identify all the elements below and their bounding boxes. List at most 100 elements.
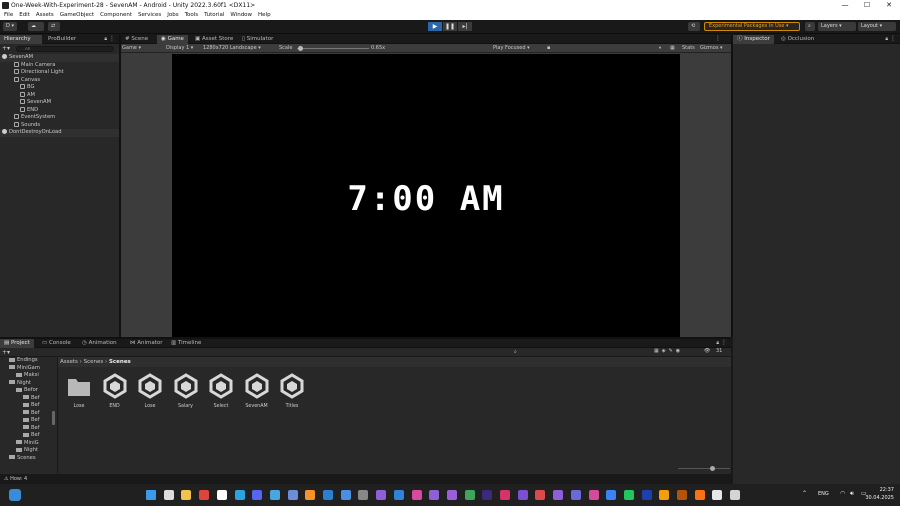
collab-icon[interactable]: ⇄ [48,22,60,31]
app-icon[interactable] [623,490,634,500]
breadcrumb-assets[interactable]: Assets [60,359,78,365]
app-icon[interactable] [659,490,670,500]
project-folder-item[interactable]: Endings [0,357,57,365]
panel-menu-icon[interactable]: ⋮ [890,35,896,42]
hierarchy-item[interactable]: END [0,106,119,115]
app-icon[interactable] [641,490,652,500]
maximize-button[interactable]: ☐ [856,0,878,11]
project-folder-item[interactable]: Night [0,380,57,388]
tab-scene[interactable]: # Scene [121,35,152,44]
breadcrumb-scenes[interactable]: Scenes [84,359,104,365]
step-button[interactable]: ▸| [458,22,472,31]
history-icon[interactable]: ⟲ [688,22,700,31]
visual-studio-icon[interactable] [376,490,387,500]
tray-chevron-icon[interactable]: ⌃ [802,490,807,497]
app-icon[interactable] [464,490,475,500]
tab-asset-store[interactable]: ▣ Asset Store [191,35,237,44]
vscode-icon[interactable] [393,490,404,500]
tab-animation[interactable]: ◷ Animation [78,339,121,348]
discord-icon[interactable] [252,490,263,500]
menu-help[interactable]: Help [258,11,271,20]
tab-probuilder[interactable]: ProBuilder [44,35,80,44]
hierarchy-item[interactable]: EventSystem [0,114,119,122]
project-folder-item[interactable]: Bef [0,402,57,410]
hierarchy-item[interactable]: Main Camera [0,61,119,70]
frame-icon[interactable]: ▪ [547,44,550,53]
hierarchy-item[interactable]: SevenAM [0,99,119,107]
lock-icon[interactable]: 🔒︎ [104,36,107,42]
project-folder-item[interactable]: Bef [0,432,57,440]
tree-scrollbar[interactable] [52,411,55,425]
hierarchy-item[interactable]: Canvas [0,76,119,85]
wifi-icon[interactable]: ◠ [840,490,845,497]
app-icon[interactable] [606,490,617,500]
blender-icon[interactable] [305,490,316,500]
tab-simulator[interactable]: ▯ Simulator [238,35,277,44]
icon-size-slider-handle[interactable] [710,466,715,471]
asset-scene[interactable]: Select [206,373,236,409]
app-icon[interactable] [588,490,599,500]
filter-icons[interactable]: ▦◈✎◉ [654,348,683,354]
icon-size-slider-track[interactable] [678,468,730,469]
app-icon[interactable] [570,490,581,500]
tab-inspector[interactable]: ⓘ Inspector [733,35,774,44]
tab-timeline[interactable]: ▥ Timeline [167,339,205,348]
unity-icon[interactable] [730,490,741,500]
asset-scene[interactable]: END [100,373,130,409]
project-folder-item[interactable]: Bef [0,395,57,403]
layers-dropdown[interactable]: Layers ▾ [818,22,856,31]
tab-console[interactable]: ▭ Console [38,339,75,348]
hierarchy-item[interactable]: Directional Light [0,69,119,77]
steam-icon[interactable] [287,490,298,500]
lock-icon[interactable]: 🔒︎ [716,340,719,346]
menu-gameobject[interactable]: GameObject [60,11,94,20]
play-button[interactable]: ▶ [428,22,442,31]
clock[interactable]: 22:37 30.04.2025 [865,486,894,502]
app-icon[interactable] [553,490,564,500]
menu-assets[interactable]: Assets [36,11,54,20]
menu-component[interactable]: Component [100,11,132,20]
app-icon[interactable] [446,490,457,500]
gizmos-dropdown[interactable]: Gizmos ▾ [700,44,723,53]
play-focused-dropdown[interactable]: Play Focused ▾ [493,44,530,53]
pause-button[interactable]: ❚❚ [443,22,457,31]
project-folder-item[interactable]: Bef [0,425,57,433]
asset-scene[interactable]: Titles [277,373,307,409]
panel-menu-icon[interactable]: ⋮ [109,35,115,42]
volume-icon[interactable]: 🔊︎ [850,490,854,498]
weather-icon[interactable] [9,489,21,501]
game-mode-dropdown[interactable]: Game ▾ [122,44,141,53]
app-icon[interactable] [500,490,510,500]
unity-hub-icon[interactable] [358,490,369,500]
menu-services[interactable]: Services [138,11,161,20]
experimental-packages-badge[interactable]: Experimental Packages In Use ▾ [704,22,800,31]
tab-occlusion[interactable]: ◎ Occlusion [777,35,818,44]
app-icon[interactable] [323,490,333,500]
telegram-icon[interactable] [234,490,245,500]
hierarchy-search-input[interactable] [16,45,114,52]
breadcrumb-scenes-current[interactable]: Scenes [109,359,131,365]
menu-tools[interactable]: Tools [185,11,199,20]
cloud-icon[interactable]: ☁ [28,22,44,31]
app-icon[interactable] [535,490,546,500]
hierarchy-item[interactable]: AM [0,91,119,100]
app-icon[interactable] [411,490,422,500]
close-button[interactable]: ✕ [878,0,900,11]
file-explorer-icon[interactable] [181,490,192,500]
project-folder-item[interactable]: Bef [0,417,57,425]
asset-folder[interactable]: Lose [64,373,94,409]
lock-icon[interactable]: 🔒︎ [885,36,888,42]
project-folder-item[interactable]: MiniG [0,440,57,448]
minimize-button[interactable]: — [834,0,856,11]
stats-toggle[interactable]: Stats [682,44,695,53]
display-dropdown[interactable]: Display 1 ▾ [166,44,193,53]
scale-slider-handle[interactable] [298,46,303,51]
project-folder-item[interactable]: MiniGam [0,365,57,373]
project-folder-item[interactable]: Bef [0,410,57,418]
layout-dropdown[interactable]: Layout ▾ [858,22,896,31]
tab-animator[interactable]: ⋈ Animator [126,339,167,348]
asset-scene[interactable]: Lose [135,373,165,409]
hierarchy-item[interactable]: Sounds [0,121,119,130]
app-icon[interactable] [269,490,280,500]
game-viewport[interactable]: 7:00 AM [172,54,680,337]
